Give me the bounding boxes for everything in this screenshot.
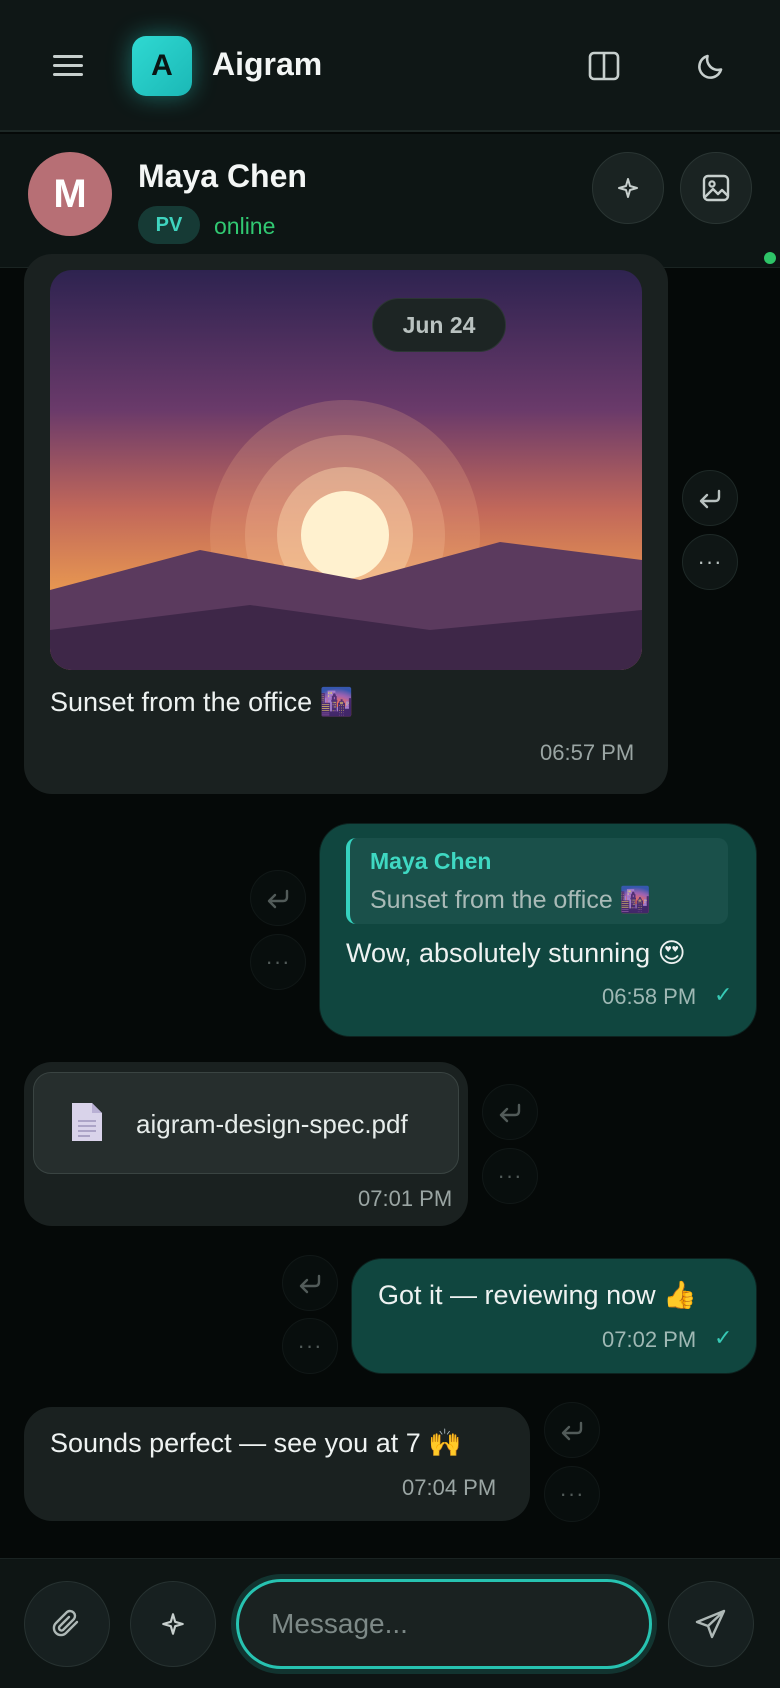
reply-arrow-icon	[559, 1419, 585, 1441]
ellipsis-icon: ···	[697, 549, 723, 574]
message-time: 07:02 PM	[602, 1327, 697, 1352]
ellipsis-icon: ···	[265, 949, 291, 974]
app-top-bar: A Aigram	[0, 0, 780, 132]
app-title: Aigram	[212, 46, 323, 82]
online-status: online	[214, 213, 276, 239]
date-divider: Jun 24	[372, 298, 506, 352]
message-time: 06:58 PM	[602, 984, 697, 1009]
reply-arrow-icon	[697, 487, 723, 509]
message-time: 07:04 PM	[402, 1475, 497, 1500]
photo-caption: Sunset from the office 🌆	[50, 687, 354, 717]
reply-button[interactable]	[544, 1402, 600, 1458]
contact-name[interactable]: Maya Chen	[138, 158, 307, 195]
file-name: aigram-design-spec.pdf	[136, 1109, 408, 1139]
send-button[interactable]	[668, 1581, 754, 1667]
quote-author: Maya Chen	[370, 848, 492, 874]
sent-check-icon: ✓	[714, 1325, 733, 1350]
image-icon	[701, 173, 731, 203]
reply-arrow-icon	[265, 887, 291, 909]
more-options-button[interactable]: ···	[544, 1466, 600, 1522]
split-panel-icon[interactable]	[582, 44, 626, 88]
quote-text: Sunset from the office 🌆	[370, 886, 651, 914]
reply-button[interactable]	[250, 870, 306, 926]
connection-status-dot	[764, 252, 776, 264]
message-input[interactable]	[239, 1582, 649, 1666]
reply-button[interactable]	[482, 1084, 538, 1140]
ellipsis-icon: ···	[559, 1481, 585, 1506]
reply-button[interactable]	[682, 470, 738, 526]
incoming-text-message[interactable]: Sounds perfect — see you at 7 🙌 07:04 PM	[24, 1407, 530, 1521]
incoming-file-message[interactable]: aigram-design-spec.pdf 07:01 PM	[24, 1062, 468, 1226]
outgoing-text-message[interactable]: Got it — reviewing now 👍 07:02 PM ✓	[352, 1259, 756, 1373]
more-options-button[interactable]: ···	[250, 934, 306, 990]
app-logo: A	[132, 36, 192, 96]
message-text: Sounds perfect — see you at 7 🙌	[50, 1428, 462, 1458]
quoted-message[interactable]: Maya Chen Sunset from the office 🌆	[346, 838, 728, 924]
sunset-photo[interactable]: Jun 24	[50, 270, 642, 670]
message-text: Got it — reviewing now 👍	[378, 1280, 697, 1310]
more-options-button[interactable]: ···	[282, 1318, 338, 1374]
incoming-photo-message[interactable]: Jun 24 Sunset from the office 🌆 06:57 PM	[24, 254, 668, 794]
ai-compose-button[interactable]	[130, 1581, 216, 1667]
moon-icon[interactable]	[689, 44, 733, 88]
file-attachment[interactable]: aigram-design-spec.pdf	[33, 1072, 459, 1174]
sparkle-icon	[616, 176, 640, 200]
paperclip-icon	[50, 1607, 84, 1641]
contact-avatar[interactable]: M	[28, 152, 112, 236]
more-options-button[interactable]: ···	[682, 534, 738, 590]
message-input-wrapper	[236, 1579, 652, 1669]
message-composer	[0, 1558, 780, 1688]
reply-arrow-icon	[497, 1101, 523, 1123]
outgoing-reply-message[interactable]: Maya Chen Sunset from the office 🌆 Wow, …	[320, 824, 756, 1036]
chat-header: M Maya Chen PV online	[0, 134, 780, 268]
reply-arrow-icon	[297, 1272, 323, 1294]
attach-button[interactable]	[24, 1581, 110, 1667]
chat-type-badge: PV	[138, 206, 200, 244]
ellipsis-icon: ···	[297, 1333, 323, 1358]
sparkle-icon	[160, 1611, 186, 1637]
reply-button[interactable]	[282, 1255, 338, 1311]
message-time: 07:01 PM	[358, 1186, 453, 1211]
ellipsis-icon: ···	[497, 1163, 523, 1188]
message-text: Wow, absolutely stunning 😍	[346, 938, 686, 968]
sent-check-icon: ✓	[714, 982, 733, 1007]
ai-sparkle-button[interactable]	[592, 152, 664, 224]
document-icon	[70, 1101, 104, 1143]
hamburger-menu-icon[interactable]	[46, 48, 90, 84]
send-icon	[694, 1607, 728, 1641]
message-list[interactable]: Jun 24 Sunset from the office 🌆 06:57 PM…	[0, 254, 780, 1558]
more-options-button[interactable]: ···	[482, 1148, 538, 1204]
message-time: 06:57 PM	[540, 740, 635, 765]
gallery-button[interactable]	[680, 152, 752, 224]
